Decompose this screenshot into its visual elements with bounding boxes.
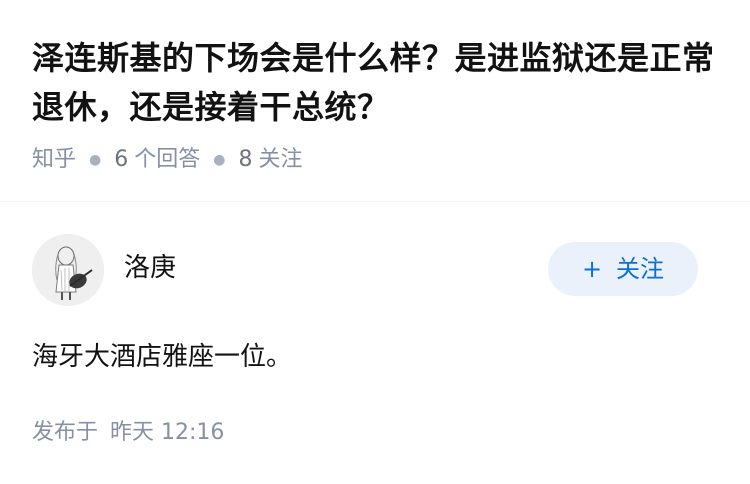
follower-count: 8 <box>238 147 253 172</box>
answer-count-link[interactable]: 6 个回答 <box>114 147 200 172</box>
follower-count-link[interactable]: 8 关注 <box>238 147 302 172</box>
question-meta: 知乎 ● 6 个回答 ● 8 关注 <box>32 145 302 175</box>
section-divider <box>0 201 750 202</box>
question-title[interactable]: 泽连斯基的下场会是什么样？是进监狱还是正常退休，还是接着干总统？ <box>32 34 722 132</box>
published-time: 昨天 12:16 <box>110 420 225 445</box>
answer-count-label: 个回答 <box>134 147 201 172</box>
follower-count-label: 关注 <box>258 147 303 172</box>
question-header: 泽连斯基的下场会是什么样？是进监狱还是正常退休，还是接着干总统？ <box>32 34 722 132</box>
avatar-sketch-icon <box>32 234 104 306</box>
answer-count: 6 <box>114 147 129 172</box>
published-prefix: 发布于 <box>32 420 99 445</box>
answer-page: 泽连斯基的下场会是什么样？是进监狱还是正常退休，还是接着干总统？ 知乎 ● 6 个回答… <box>0 0 750 484</box>
plus-icon: + <box>581 255 603 283</box>
author-name[interactable]: 洛庚 <box>124 250 176 286</box>
follow-button-label: 关注 <box>616 255 665 283</box>
meta-separator: ● <box>89 152 102 168</box>
author-avatar[interactable] <box>32 234 104 306</box>
answer-footer: 发布于 昨天 12:16 <box>32 418 224 448</box>
meta-separator: ● <box>213 152 226 168</box>
answer-content: 海牙大酒店雅座一位。 <box>32 342 293 372</box>
source-label[interactable]: 知乎 <box>32 147 76 172</box>
follow-button[interactable]: + 关注 <box>548 242 698 296</box>
